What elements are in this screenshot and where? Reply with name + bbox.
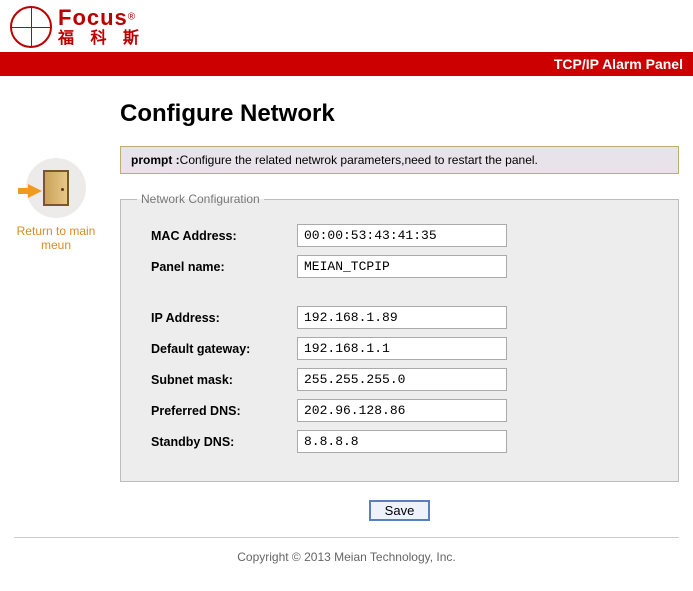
row-panel-name: Panel name: (137, 255, 662, 278)
brand-header: Focus® 福 科 斯 (0, 0, 693, 52)
save-button[interactable]: Save (369, 500, 431, 521)
prompt-box: prompt :Configure the related netwrok pa… (120, 146, 679, 174)
input-dns1[interactable] (297, 399, 507, 422)
input-panel-name[interactable] (297, 255, 507, 278)
exit-door-icon (26, 158, 86, 218)
label-mac: MAC Address: (137, 229, 297, 243)
main-content: Configure Network prompt :Configure the … (120, 86, 679, 531)
row-dns2: Standby DNS: (137, 430, 662, 453)
input-dns2[interactable] (297, 430, 507, 453)
label-subnet: Subnet mask: (137, 373, 297, 387)
input-gateway[interactable] (297, 337, 507, 360)
title-bar-text: TCP/IP Alarm Panel (554, 56, 683, 72)
input-ip[interactable] (297, 306, 507, 329)
label-dns1: Preferred DNS: (137, 404, 297, 418)
prompt-text: Configure the related netwrok parameters… (180, 153, 538, 167)
brand-name-en: Focus (58, 5, 128, 30)
sidebar: Return to main meun (6, 86, 106, 252)
row-dns1: Preferred DNS: (137, 399, 662, 422)
label-gateway: Default gateway: (137, 342, 297, 356)
page-title: Configure Network (120, 100, 679, 128)
brand-logo-icon (10, 6, 52, 48)
return-main-link[interactable]: Return to main meun (6, 158, 106, 252)
footer-text: Copyright © 2013 Meian Technology, Inc. (0, 538, 693, 582)
brand-name-cn: 福 科 斯 (58, 30, 145, 48)
row-subnet: Subnet mask: (137, 368, 662, 391)
brand-text: Focus® 福 科 斯 (58, 6, 145, 48)
label-ip: IP Address: (137, 311, 297, 325)
input-subnet[interactable] (297, 368, 507, 391)
return-main-label: Return to main meun (17, 224, 96, 252)
fieldset-legend: Network Configuration (137, 192, 264, 206)
prompt-label: prompt : (131, 153, 180, 167)
title-bar: TCP/IP Alarm Panel (0, 52, 693, 76)
input-mac[interactable] (297, 224, 507, 247)
network-config-fieldset: Network Configuration MAC Address: Panel… (120, 192, 679, 482)
label-dns2: Standby DNS: (137, 435, 297, 449)
row-gateway: Default gateway: (137, 337, 662, 360)
brand-registered-icon: ® (128, 12, 135, 23)
row-ip: IP Address: (137, 306, 662, 329)
row-mac: MAC Address: (137, 224, 662, 247)
label-panel-name: Panel name: (137, 260, 297, 274)
